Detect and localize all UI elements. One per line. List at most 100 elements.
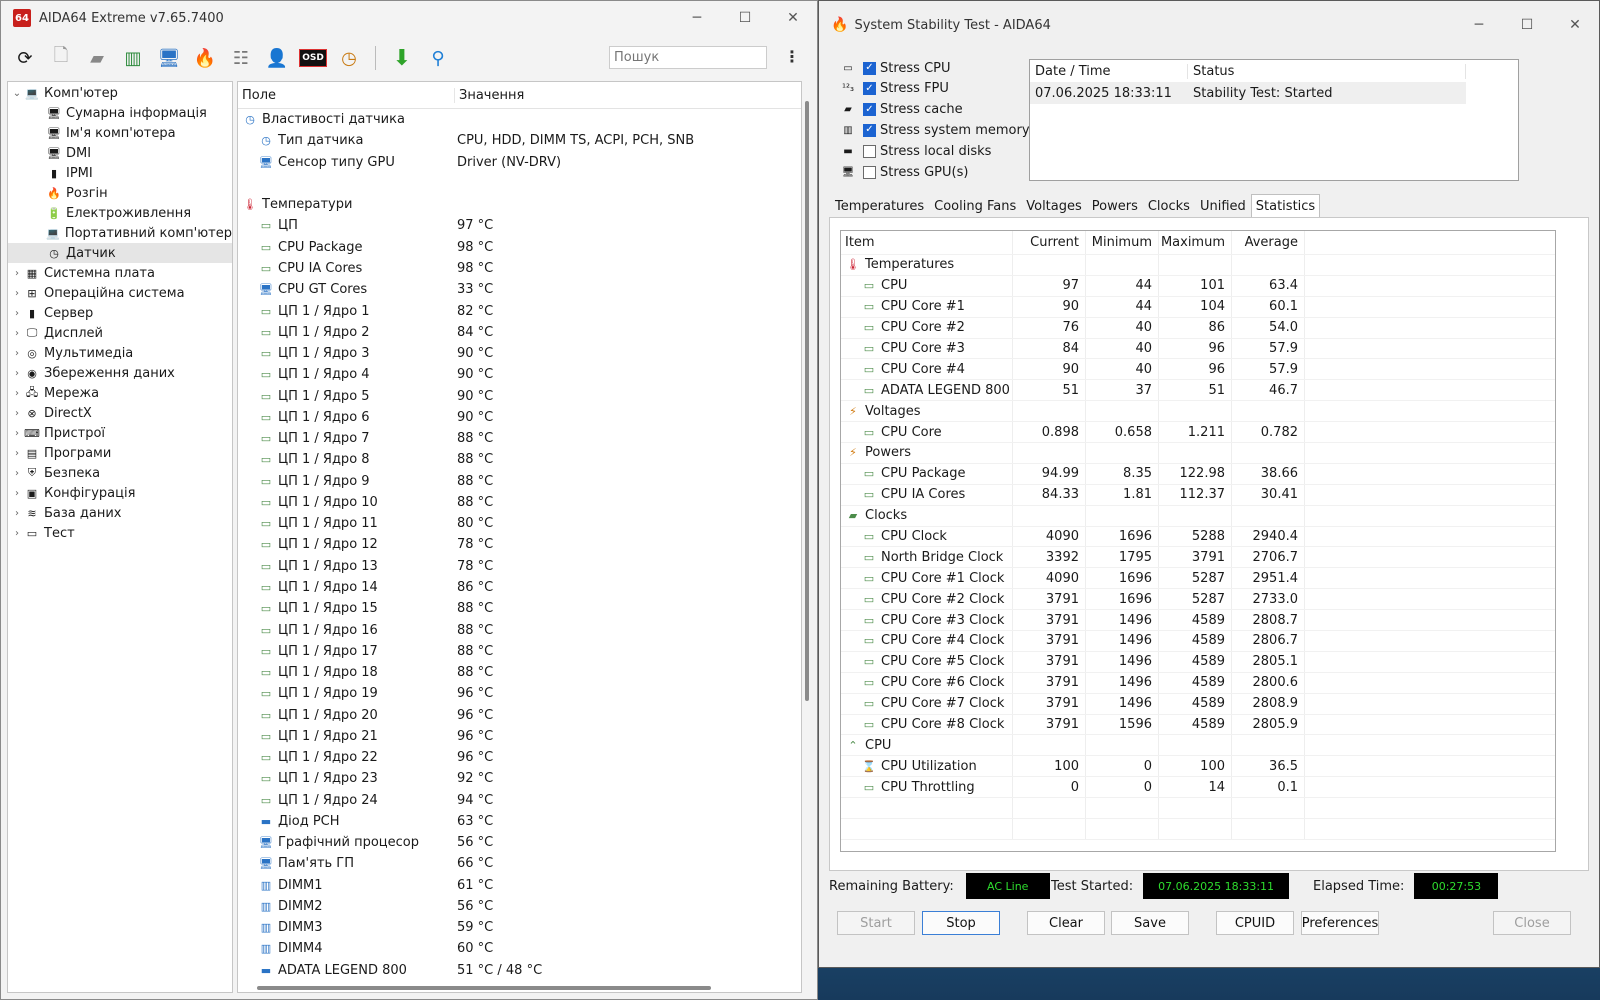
stats-group[interactable]: ⚡ Powers [841,443,1555,464]
stress-checkbox[interactable]: ✓ [863,123,876,137]
tree-item[interactable]: › ▣ Конфігурація [8,483,232,503]
sensor-row[interactable]: ▭ ЦП 1 / Ядро 19 96 °C [238,683,801,704]
tree-item[interactable]: › ⊗ DirectX [8,403,232,423]
tree-item[interactable]: ⌄ 💻 Комп'ютер [8,83,232,103]
chevron-right-icon[interactable]: › [10,368,24,379]
tree-item[interactable]: ◷ Датчик [8,243,232,263]
stress-checkbox[interactable]: ✓ [863,82,876,96]
report-icon[interactable]: 🗋 [43,40,79,76]
column-value[interactable]: Значення [455,88,524,103]
tree-item[interactable]: › ◉ Збереження даних [8,363,232,383]
stats-row[interactable]: ▭ CPU Core #3 84 40 96 57.9 [841,338,1555,360]
stability-test-icon[interactable]: 🔥 [187,40,223,76]
stress-option[interactable]: ¹²₃ ✓ Stress FPU [839,79,949,99]
sensor-row[interactable]: ▭ ЦП 1 / Ядро 22 96 °C [238,747,801,768]
sensor-gauge-icon[interactable]: ◷ [331,40,367,76]
refresh-icon[interactable]: ⟳ [7,40,43,76]
stats-row[interactable]: ▭ CPU Core #6 Clock 3791 1496 4589 2800.6 [841,672,1555,694]
column-maximum[interactable]: Maximum [1159,231,1232,254]
stats-row[interactable]: ▭ CPU Core #2 76 40 86 54.0 [841,317,1555,339]
tree-item[interactable]: 🖥 Ім'я комп'ютера [8,123,232,143]
close-dialog-button[interactable]: Close [1493,911,1571,935]
stop-button[interactable]: Stop [922,911,1000,935]
sensor-row[interactable]: ▭ ЦП 1 / Ядро 14 86 °C [238,577,801,598]
tree-item[interactable]: › ⊞ Операційна система [8,283,232,303]
sensor-row[interactable]: ▥ DIMM2 56 °C [238,896,801,917]
column-date-time[interactable]: Date / Time [1030,63,1188,79]
tree-item[interactable]: › 🖵 Дисплей [8,323,232,343]
column-item[interactable]: Item [841,231,1013,254]
sensor-row[interactable]: ▭ ЦП 1 / Ядро 17 88 °C [238,641,801,662]
sensor-row[interactable]: ▭ ЦП 1 / Ядро 15 88 °C [238,598,801,619]
tab-statistics[interactable]: Statistics [1250,194,1321,218]
search-input[interactable] [609,46,767,69]
stats-row[interactable]: ▭ CPU Core 0.898 0.658 1.211 0.782 [841,422,1555,444]
stats-row[interactable]: ▭ North Bridge Clock 3392 1795 3791 2706.7 [841,547,1555,569]
chevron-right-icon[interactable]: › [10,428,24,439]
sensor-row[interactable]: ▭ ЦП 1 / Ядро 4 90 °C [238,364,801,385]
tree-item[interactable]: ▮ IPMI [8,163,232,183]
sensor-row[interactable]: ▥ DIMM1 61 °C [238,875,801,896]
clear-button[interactable]: Clear [1027,911,1105,935]
stress-checkbox[interactable] [863,144,876,158]
more-menu-icon[interactable]: ⋮ [784,47,800,66]
stats-group[interactable]: ⌃ CPU [841,735,1555,757]
sensor-section[interactable]: ◷ Властивості датчика [238,109,801,130]
stats-row[interactable]: ⌛ CPU Utilization 100 0 100 36.5 [841,756,1555,778]
stats-row[interactable]: ▭ CPU Core #5 Clock 3791 1496 4589 2805.1 [841,651,1555,673]
stress-option[interactable]: ▭ ✓ Stress CPU [839,58,950,78]
minimize-button[interactable]: ─ [673,1,721,35]
tree-item[interactable]: 💻 Портативний комп'ютер [8,223,232,243]
stress-option[interactable]: ▥ ✓ Stress system memory [839,120,1029,140]
cpuid-button[interactable]: CPUID [1216,911,1294,935]
stress-option[interactable]: 🖥 Stress GPU(s) [839,162,969,182]
tab-powers[interactable]: Powers [1087,194,1143,218]
column-current[interactable]: Current [1013,231,1086,254]
sensor-row[interactable]: ▭ ЦП 1 / Ядро 20 96 °C [238,704,801,725]
sensor-row[interactable]: ▭ ЦП 1 / Ядро 12 78 °C [238,534,801,555]
sensor-row[interactable]: ▭ ЦП 1 / Ядро 9 88 °C [238,471,801,492]
tab-cooling-fans[interactable]: Cooling Fans [929,194,1021,218]
sensor-section[interactable]: 🌡 Температури [238,194,801,215]
osd-icon[interactable]: OSD [295,40,331,76]
tree-item[interactable]: 🔋 Електроживлення [8,203,232,223]
stress-option[interactable]: ▬ Stress local disks [839,141,991,161]
maximize-button[interactable]: ☐ [1503,1,1551,49]
save-button[interactable]: Save [1111,911,1189,935]
vertical-scrollbar[interactable] [805,101,809,701]
sensor-row[interactable]: 🖥 Сенсор типу GPU Driver (NV-DRV) [238,152,801,173]
chevron-right-icon[interactable]: › [10,408,24,419]
stats-row[interactable]: ▭ CPU Core #7 Clock 3791 1496 4589 2808.9 [841,693,1555,715]
sensor-row[interactable]: ▭ ЦП 1 / Ядро 24 94 °C [238,790,801,811]
tab-clocks[interactable]: Clocks [1143,194,1195,218]
sensor-row[interactable]: ▭ CPU Package 98 °C [238,237,801,258]
stress-checkbox[interactable]: ✓ [863,61,876,75]
sensor-row[interactable]: ▭ ЦП 1 / Ядро 13 78 °C [238,556,801,577]
tree-item[interactable]: 🔥 Розгін [8,183,232,203]
sensor-row[interactable]: ▭ ЦП 1 / Ядро 10 88 °C [238,492,801,513]
stability-titlebar[interactable]: 🔥 System Stability Test - AIDA64 ─ ☐ ✕ [819,1,1599,49]
chevron-right-icon[interactable]: › [10,388,24,399]
chevron-right-icon[interactable]: › [10,508,24,519]
gpu-benchmark-icon[interactable]: 🖥 [151,40,187,76]
tree-item[interactable]: › ▮ Сервер [8,303,232,323]
close-button[interactable]: ✕ [769,1,817,35]
stats-group[interactable]: ⚡ Voltages [841,401,1555,423]
stats-row[interactable]: ▭ CPU 97 44 101 63.4 [841,275,1555,297]
chevron-right-icon[interactable]: › [10,268,24,279]
chevron-right-icon[interactable]: › [10,288,24,299]
chevron-down-icon[interactable]: ⌄ [10,88,24,99]
sensor-row[interactable]: ▥ DIMM3 59 °C [238,917,801,938]
sensor-row[interactable]: ▭ ЦП 1 / Ядро 6 90 °C [238,407,801,428]
sensor-row[interactable]: ▭ ЦП 1 / Ядро 11 80 °C [238,513,801,534]
tree-item[interactable]: › 🖧 Мережа [8,383,232,403]
column-average[interactable]: Average [1232,231,1305,254]
stats-row[interactable]: ▭ CPU Clock 4090 1696 5288 2940.4 [841,526,1555,548]
tree-item[interactable]: › ▤ Програми [8,443,232,463]
sensor-row[interactable]: ▭ ЦП 1 / Ядро 16 88 °C [238,619,801,640]
sensor-row[interactable]: ▭ ЦП 1 / Ядро 23 92 °C [238,768,801,789]
column-minimum[interactable]: Minimum [1086,231,1159,254]
monitor-diagnostics-icon[interactable]: ☷ [223,40,259,76]
user-icon[interactable]: 👤 [259,40,295,76]
chevron-right-icon[interactable]: › [10,528,24,539]
